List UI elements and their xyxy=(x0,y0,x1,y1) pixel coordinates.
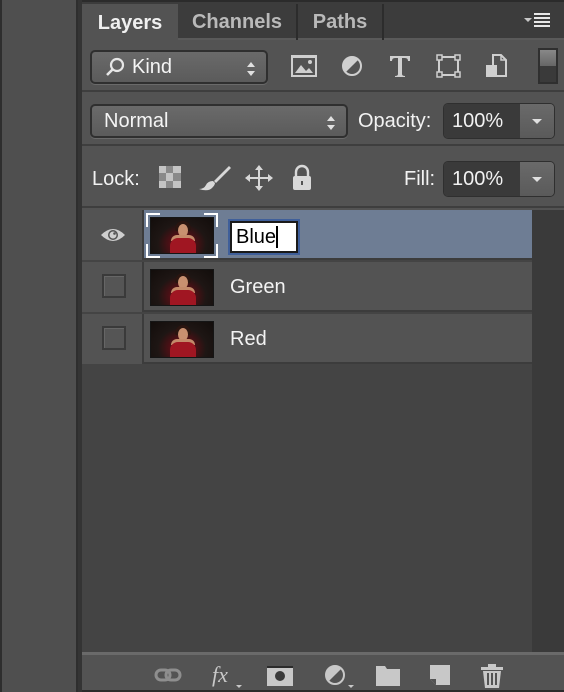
blend-row: Normal Opacity: 100% xyxy=(82,94,564,146)
new-layer-icon[interactable] xyxy=(426,663,454,687)
text-caret xyxy=(276,226,279,248)
svg-text:fx: fx xyxy=(212,663,228,687)
filter-kind-label: Kind xyxy=(132,55,173,78)
tab-layers[interactable]: Layers xyxy=(82,4,178,42)
adjustment-layer-filter-icon[interactable] xyxy=(338,52,368,80)
layer-row-blue[interactable]: Blue xyxy=(82,210,532,260)
layer-name-input-text: Blue xyxy=(236,225,277,248)
tab-paths[interactable]: Paths xyxy=(298,4,384,40)
fill-field: 100% xyxy=(444,162,554,196)
visibility-toggle[interactable] xyxy=(82,262,144,312)
fill-input[interactable]: 100% xyxy=(444,162,520,196)
layers-list: Blue Green Red xyxy=(82,210,532,652)
updown-arrows-icon xyxy=(246,60,256,76)
smart-object-filter-icon[interactable] xyxy=(482,52,512,80)
layers-bottom-bar: fx xyxy=(82,652,564,690)
filter-toggle-knob xyxy=(540,50,556,66)
lock-position-icon[interactable] xyxy=(244,164,274,192)
chevron-down-icon xyxy=(532,118,542,124)
panel-tab-bar: Layers Channels Paths xyxy=(82,2,564,42)
filter-toggle-switch[interactable] xyxy=(538,48,558,84)
layer-rename-input[interactable]: Blue xyxy=(230,221,298,253)
fill-dropdown-button[interactable] xyxy=(520,162,554,196)
type-layer-filter-icon[interactable] xyxy=(386,52,416,80)
eye-icon xyxy=(100,226,126,244)
chevron-down-icon xyxy=(532,176,542,182)
opacity-label: Opacity: xyxy=(358,110,432,132)
layer-row-red[interactable]: Red xyxy=(82,314,532,364)
opacity-dropdown-button[interactable] xyxy=(520,104,554,138)
opacity-field: 100% xyxy=(444,104,554,138)
link-layers-icon[interactable] xyxy=(154,663,182,687)
opacity-input[interactable]: 100% xyxy=(444,104,520,138)
new-group-icon[interactable] xyxy=(374,663,402,687)
layer-row-green[interactable]: Green xyxy=(82,262,532,312)
lock-row: Lock: Fill: 100% xyxy=(82,148,564,208)
tab-channels[interactable]: Channels xyxy=(178,4,298,40)
layer-name[interactable]: Green xyxy=(230,276,286,299)
layer-thumbnail[interactable] xyxy=(150,269,214,306)
panel-menu-icon[interactable] xyxy=(524,12,554,30)
visibility-toggle[interactable] xyxy=(82,210,144,260)
thumbnail-selection-corners xyxy=(146,213,218,258)
lock-label: Lock: xyxy=(92,168,140,190)
shape-layer-filter-icon[interactable] xyxy=(434,52,464,80)
visibility-off-box xyxy=(102,326,126,350)
new-adjustment-layer-icon[interactable] xyxy=(322,663,356,688)
left-dock xyxy=(0,0,78,692)
delete-layer-icon[interactable] xyxy=(478,663,506,688)
lock-all-icon[interactable] xyxy=(290,164,316,192)
visibility-off-box xyxy=(102,274,126,298)
filter-row: Kind xyxy=(82,40,564,92)
lock-image-pixels-icon[interactable] xyxy=(198,164,232,192)
visibility-toggle[interactable] xyxy=(82,314,144,364)
layer-style-fx-icon[interactable]: fx xyxy=(210,662,244,688)
filter-kind-select[interactable]: Kind xyxy=(90,50,268,84)
layer-name[interactable]: Red xyxy=(230,328,267,351)
fill-label: Fill: xyxy=(404,168,436,190)
search-icon xyxy=(104,56,126,78)
updown-arrows-icon xyxy=(326,114,336,130)
blend-mode-value: Normal xyxy=(104,109,169,132)
layers-scrollbar[interactable] xyxy=(532,210,564,652)
blend-mode-select[interactable]: Normal xyxy=(90,104,348,138)
add-mask-icon[interactable] xyxy=(266,663,294,687)
pixel-layer-filter-icon[interactable] xyxy=(290,52,320,80)
layer-thumbnail[interactable] xyxy=(150,321,214,358)
lock-transparent-pixels-icon[interactable] xyxy=(158,164,184,192)
layers-panel: Layers Channels Paths Kind Normal Opacit… xyxy=(82,2,564,690)
